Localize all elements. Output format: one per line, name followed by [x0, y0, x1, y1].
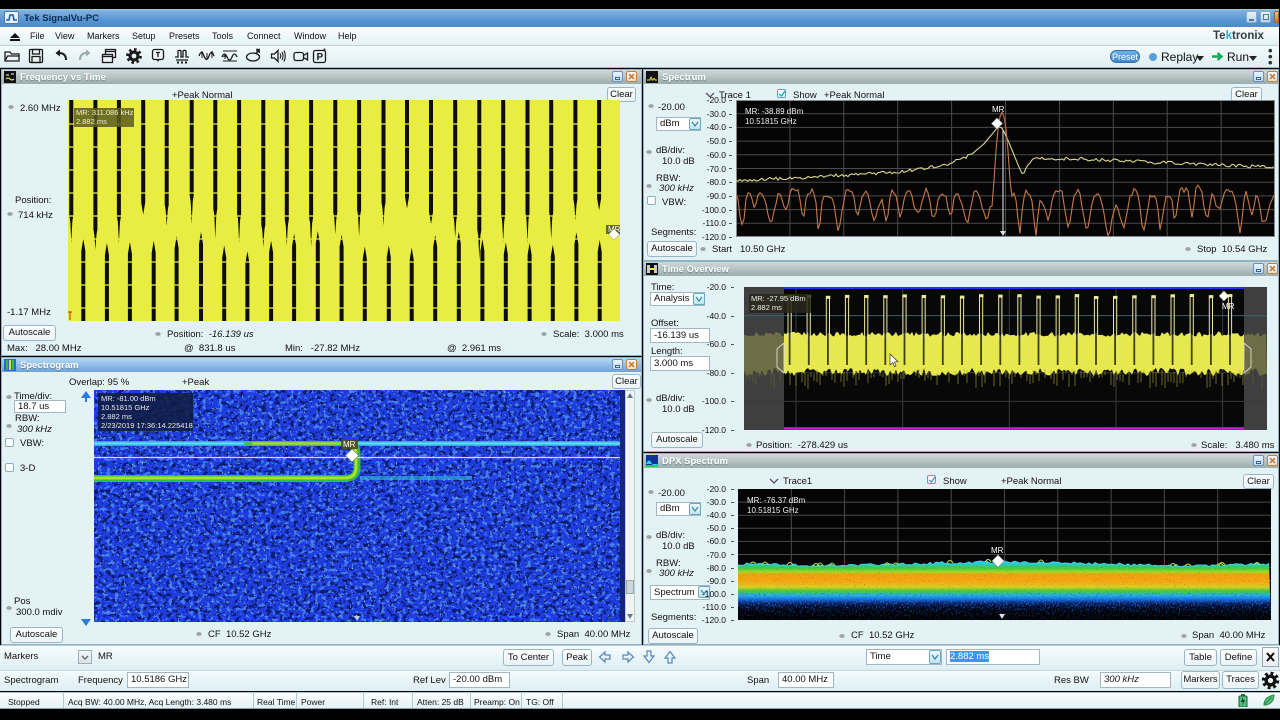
svg-text:2.882 ms: 2.882 ms [76, 117, 107, 126]
svg-text:MR: 311.086 kHz: MR: 311.086 kHz [76, 108, 134, 117]
svg-text:N: N [256, 49, 260, 55]
svg-text:MR: -81.00 dBm: MR: -81.00 dBm [101, 394, 156, 403]
svg-text:*: * [323, 47, 326, 56]
svg-text:2.882 ms: 2.882 ms [751, 303, 782, 312]
svg-text:2/23/2019 17:36:14.225418: 2/23/2019 17:36:14.225418 [101, 421, 193, 430]
svg-text:MR: -27.95 dBm: MR: -27.95 dBm [751, 294, 806, 303]
svg-text:MR: MR [343, 440, 356, 449]
svg-text:MR: -76.37 dBm: MR: -76.37 dBm [747, 496, 806, 505]
svg-text:10.51815 GHz: 10.51815 GHz [101, 403, 150, 412]
svg-text:MR: MR [991, 546, 1004, 555]
svg-text:10.51815 GHz: 10.51815 GHz [745, 117, 797, 126]
svg-text:10.51815 GHz: 10.51815 GHz [747, 506, 799, 515]
svg-text:MR: MR [1222, 302, 1235, 311]
svg-text:MR: MR [992, 105, 1005, 114]
svg-text:2.882 ms: 2.882 ms [101, 412, 132, 421]
svg-text:MR: -38.89 dBm: MR: -38.89 dBm [745, 107, 804, 116]
